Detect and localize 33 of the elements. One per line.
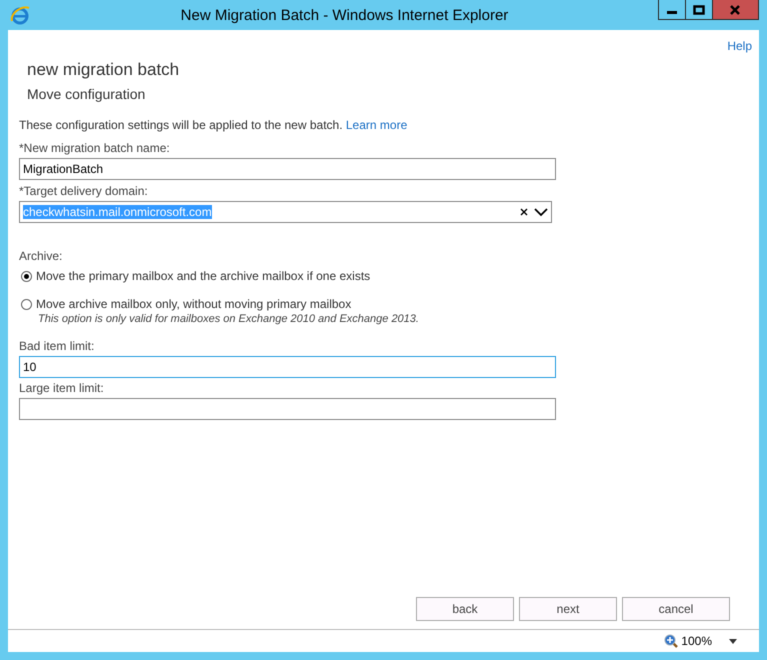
zoom-level[interactable]: 100% [681, 634, 712, 648]
input-field[interactable]: MigrationBatch [19, 158, 556, 180]
browser-logo-icon [10, 5, 30, 25]
field-label: Large item limit: [19, 381, 105, 395]
field-label: *Target delivery domain: [19, 184, 149, 198]
dropdown-arrow-icon[interactable] [729, 638, 737, 644]
section-heading: Move configuration [27, 86, 146, 102]
option-note: This option is only valid for mailboxes on Exchange 2010 and Exchange 2013. [38, 313, 420, 325]
maximize-icon [692, 4, 705, 14]
page-heading: new migration batch [27, 60, 180, 80]
radio-label: Move the primary mailbox and the archive mailbox if one exists [36, 269, 370, 283]
input-field[interactable]: 10 [19, 356, 556, 378]
field-label: Bad item limit: [19, 339, 96, 353]
close-button[interactable] [712, 0, 759, 20]
field-label: Archive: [19, 249, 64, 263]
field-label: *New migration batch name: [19, 141, 171, 155]
chevron-down-icon[interactable] [534, 208, 548, 216]
radio-label: Move archive mailbox only, without moving primary mailbox [36, 297, 352, 311]
minimize-button[interactable] [658, 0, 686, 20]
intro-text: These configuration settings will be applied to the new batch. Learn more [19, 118, 408, 132]
back-button[interactable]: back [416, 597, 514, 621]
next-button[interactable]: next [519, 597, 617, 621]
window-title: New Migration Batch - Windows Internet Explorer [180, 6, 508, 24]
minimize-icon [666, 11, 677, 14]
radio-button[interactable] [21, 298, 32, 310]
zoom-icon[interactable] [664, 634, 678, 648]
close-icon [729, 4, 742, 14]
cancel-button[interactable]: cancel [622, 597, 730, 621]
help-link[interactable]: Help [727, 39, 752, 57]
clear-icon[interactable] [520, 208, 528, 216]
radio-button[interactable] [21, 270, 32, 282]
input-field[interactable] [19, 398, 556, 420]
learn-more-link[interactable]: Learn more [346, 118, 408, 132]
